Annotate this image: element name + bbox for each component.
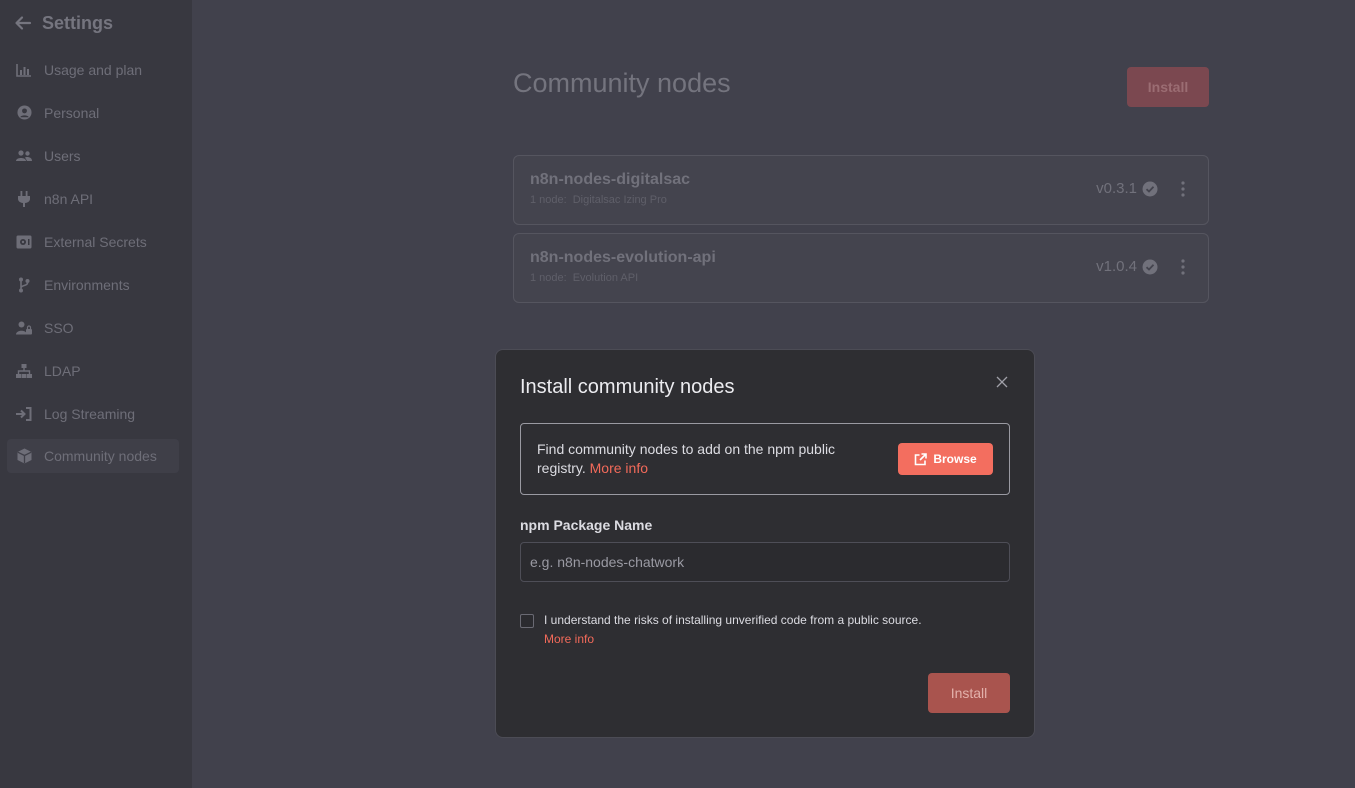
external-link-icon	[915, 452, 928, 465]
sidebar-item-community-nodes[interactable]: Community nodes	[7, 439, 179, 473]
sidebar-item-label: SSO	[44, 319, 74, 336]
sidebar-item-environments[interactable]: Environments	[0, 263, 184, 306]
package-version: v1.0.4	[1096, 258, 1158, 275]
user-circle-icon	[16, 105, 32, 121]
modal-title: Install community nodes	[520, 376, 735, 398]
sidebar-item-label: Log Streaming	[44, 405, 136, 422]
chart-icon	[16, 62, 32, 78]
install-community-nodes-modal: Install community nodes Find community n…	[495, 349, 1035, 738]
package-node-list: Digitalsac Izing Pro	[572, 194, 667, 206]
risk-acknowledge-label: I understand the risks of installing unv…	[544, 613, 922, 627]
sidebar-item-label: Community nodes	[44, 448, 157, 464]
modal-install-button[interactable]: Install	[928, 673, 1010, 713]
close-icon[interactable]	[996, 376, 1008, 388]
package-subtitle: 1 node: Digitalsac Izing Pro	[530, 194, 667, 206]
package-node-list: Evolution API	[572, 272, 639, 284]
sidebar-item-ldap[interactable]: LDAP	[0, 349, 184, 392]
sidebar-nav: Usage and plan Personal Users n8n API Ex…	[0, 48, 192, 473]
browse-button[interactable]: Browse	[898, 443, 993, 475]
package-name: n8n-nodes-digitalsac	[530, 171, 691, 188]
package-card[interactable]: n8n-nodes-evolution-api 1 node: Evolution…	[513, 233, 1209, 303]
sidebar-item-label: Personal	[44, 104, 100, 121]
sidebar-item-n8n-api[interactable]: n8n API	[0, 177, 184, 220]
package-version: v0.3.1	[1096, 180, 1158, 197]
more-info-link[interactable]: More info	[590, 460, 648, 476]
sidebar-item-label: Users	[44, 147, 81, 164]
more-vertical-icon[interactable]	[1180, 180, 1186, 198]
browse-label: Browse	[933, 452, 977, 466]
sidebar-title: Settings	[42, 12, 114, 33]
package-version-text: v0.3.1	[1096, 180, 1137, 197]
sidebar-header[interactable]: Settings	[0, 0, 192, 46]
settings-sidebar: Settings Usage and plan Personal Users n…	[0, 0, 192, 788]
sidebar-item-users[interactable]: Users	[0, 134, 184, 177]
package-card[interactable]: n8n-nodes-digitalsac 1 node: Digitalsac I…	[513, 155, 1209, 225]
package-node-count: 1 node:	[530, 272, 567, 284]
risk-more-info-link[interactable]: More info	[544, 632, 594, 646]
info-box: Find community nodes to add on the npm p…	[520, 423, 1010, 495]
npm-package-name-label: npm Package Name	[520, 517, 653, 533]
sidebar-item-sso[interactable]: SSO	[0, 306, 184, 349]
page-title: Community nodes	[513, 68, 731, 98]
sidebar-item-label: LDAP	[44, 362, 81, 379]
check-circle-icon	[1142, 259, 1158, 274]
sidebar-item-label: Environments	[44, 276, 130, 293]
user-lock-icon	[16, 320, 32, 336]
check-circle-icon	[1142, 181, 1158, 196]
branch-icon	[16, 277, 32, 293]
package-node-count: 1 node:	[530, 194, 567, 206]
arrow-left-icon[interactable]	[14, 14, 32, 32]
sidebar-item-label: n8n API	[44, 190, 94, 207]
more-vertical-icon[interactable]	[1180, 258, 1186, 276]
sidebar-item-personal[interactable]: Personal	[0, 91, 184, 134]
sidebar-item-label: External Secrets	[44, 233, 147, 250]
npm-package-name-input[interactable]	[520, 542, 1010, 582]
sidebar-item-label: Usage and plan	[44, 61, 143, 78]
info-description: Find community nodes to add on the npm p…	[537, 441, 836, 476]
package-version-text: v1.0.4	[1096, 258, 1137, 275]
sidebar-item-log-streaming[interactable]: Log Streaming	[0, 392, 184, 435]
plug-icon	[16, 190, 32, 207]
users-icon	[16, 148, 32, 164]
sidebar-item-external-secrets[interactable]: External Secrets	[0, 220, 184, 263]
sign-in-icon	[16, 406, 32, 422]
info-text: Find community nodes to add on the npm p…	[537, 440, 877, 478]
network-icon	[16, 363, 32, 379]
package-subtitle: 1 node: Evolution API	[530, 272, 638, 284]
cube-icon	[16, 448, 32, 464]
vault-icon	[16, 234, 32, 250]
install-button[interactable]: Install	[1127, 67, 1209, 107]
package-name: n8n-nodes-evolution-api	[530, 249, 716, 266]
sidebar-item-usage-and-plan[interactable]: Usage and plan	[0, 48, 184, 91]
risk-acknowledge-checkbox[interactable]	[520, 614, 534, 628]
